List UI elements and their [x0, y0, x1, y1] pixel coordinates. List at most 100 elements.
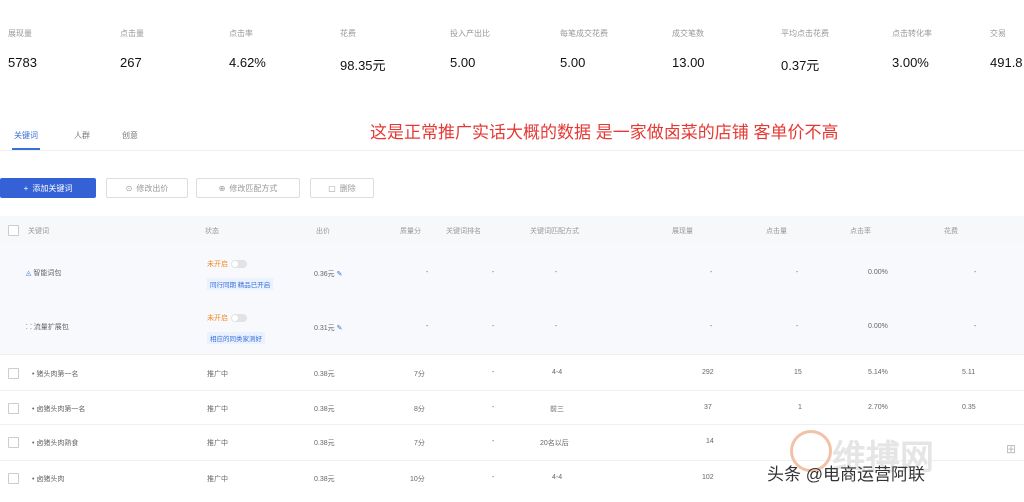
header-clicks[interactable]: 点击量 [766, 226, 787, 236]
rank-cell: - [492, 323, 495, 330]
impressions-cell: - [710, 323, 713, 330]
quality-cell: 7分 [414, 371, 425, 378]
impressions-cell: 102 [702, 474, 714, 481]
source-credit: 头条 @电商运营阿联 [767, 465, 925, 484]
bid-cell[interactable]: 0.38元 [314, 474, 335, 484]
bid-cell[interactable]: 0.36元 ✎ [314, 269, 342, 279]
rank-cell: - [492, 404, 495, 411]
edit-bid-icon[interactable]: ✎ [337, 271, 343, 278]
match-cell: 4-4 [552, 474, 563, 481]
active-tab-indicator [12, 148, 40, 150]
ctr-cell: 2.70% [868, 404, 888, 411]
bid-cell[interactable]: 0.38元 [314, 404, 335, 414]
tab-keywords[interactable]: 关键词 [14, 130, 38, 141]
row-checkbox[interactable] [8, 368, 19, 379]
match-cell: 20名以后 [540, 440, 569, 447]
header-status: 状态 [205, 228, 219, 235]
table-row: • 猪头肉第一名 推广中 0.38元 7分 - 4-4 292 15 5.14%… [0, 354, 1024, 391]
keyword-cell: • 卤猪头肉第一名 [32, 406, 86, 413]
clicks-cell: - [796, 323, 799, 330]
match-cell: - [555, 323, 558, 330]
match-cell: 前三 [550, 406, 564, 413]
header-bid[interactable]: 出价 [316, 226, 330, 236]
metric-cost: 花费 98.35元 [340, 29, 386, 73]
match-icon: ⊕ [218, 183, 226, 193]
metric-clicks: 点击量 267 [120, 29, 144, 70]
edit-icon: ⊙ [125, 183, 133, 193]
expand-package-icon: ⸬ [26, 324, 34, 331]
row-checkbox[interactable] [8, 437, 19, 448]
keyword-cell: ⸬ 流量扩展包 [26, 324, 69, 331]
rank-cell: - [492, 438, 495, 445]
keyword-cell: • 卤猪头肉 [32, 476, 65, 483]
edit-bid-icon[interactable]: ✎ [337, 325, 343, 332]
quality-cell: 7分 [414, 440, 425, 447]
row-checkbox[interactable] [8, 403, 19, 414]
header-keyword[interactable]: 关键词 [28, 226, 49, 236]
clicks-cell: - [796, 269, 799, 276]
metric-gmv: 交易 491.8 [990, 29, 1023, 70]
status-cell: 未开启 [207, 259, 247, 269]
keyword-cell: • 卤猪头肉熟食 [32, 440, 79, 447]
ctr-cell: 0.00% [868, 323, 888, 330]
metric-impressions: 展现量 5783 [8, 29, 37, 70]
header-impressions[interactable]: 展现量 [672, 226, 693, 236]
impressions-cell: 14 [706, 438, 714, 445]
quality-cell: - [426, 269, 429, 276]
metric-cpc: 平均点击花费 0.37元 [781, 29, 829, 73]
metric-orders: 成交笔数 13.00 [672, 29, 705, 70]
rank-cell: - [492, 269, 495, 276]
match-cell: - [555, 269, 558, 276]
rank-cell: - [492, 474, 495, 481]
bid-cell[interactable]: 0.38元 [314, 369, 335, 379]
row-checkbox[interactable] [8, 473, 19, 484]
table-row: ⸬ 流量扩展包 未开启 相应的同类家测好 0.31元 ✎ - - - - - 0… [0, 302, 1024, 355]
status-toggle[interactable] [231, 314, 247, 323]
header-ctr[interactable]: 点击率 [850, 226, 871, 236]
header-quality[interactable]: 质量分 [400, 226, 421, 236]
select-all-checkbox[interactable] [8, 225, 19, 236]
impressions-cell: 292 [702, 369, 714, 376]
bid-cell[interactable]: 0.31元 ✎ [314, 323, 342, 333]
header-cost[interactable]: 花费 [944, 226, 958, 236]
delete-button[interactable]: ▢ 删除 [310, 178, 374, 198]
status-cell: 推广中 [207, 406, 228, 413]
cost-cell: - [974, 323, 977, 330]
status-toggle[interactable] [231, 260, 247, 269]
status-cell: 推广中 [207, 476, 228, 483]
keyword-cell: ◬ 智能词包 [26, 270, 62, 277]
status-cell: 未开启 [207, 313, 247, 323]
quality-cell: - [426, 323, 429, 330]
modify-match-button[interactable]: ⊕ 修改匹配方式 [196, 178, 300, 198]
modify-bid-button[interactable]: ⊙ 修改出价 [106, 178, 188, 198]
cost-cell: 5.11 [962, 369, 976, 376]
metrics-summary: 展现量 5783 点击量 267 点击率 4.62% 花费 98.35元 投入产出比 5.… [0, 0, 1024, 100]
quality-cell: 10分 [410, 476, 425, 483]
table-row: • 卤猪头肉第一名 推广中 0.38元 8分 - 前三 37 1 2.70% 0… [0, 390, 1024, 425]
tab-audience[interactable]: 人群 [74, 130, 90, 141]
impressions-cell: 37 [704, 404, 712, 411]
add-keyword-button[interactable]: + 添加关键词 [0, 178, 96, 198]
ctr-cell: 0.00% [868, 269, 888, 276]
metric-conversion-rate: 点击转化率 3.00% [892, 29, 932, 70]
status-tag: 同行同期 精品已开启 [207, 278, 274, 290]
status-tag: 相应的同类家测好 [207, 332, 265, 344]
keyword-cell: • 猪头肉第一名 [32, 371, 79, 378]
bid-cell[interactable]: 0.38元 [314, 438, 335, 448]
rank-cell: - [492, 369, 495, 376]
table-row: ◬ 智能词包 未开启 同行同期 精品已开启 0.36元 ✎ - - - - - … [0, 244, 1024, 303]
tab-creative[interactable]: 创意 [122, 130, 138, 141]
annotation-text: 这是正常推广实话大概的数据 是一家做卤菜的店铺 客单价不高 [370, 123, 839, 142]
clicks-cell: 15 [794, 369, 802, 376]
plus-icon: + [23, 183, 29, 193]
status-cell: 推广中 [207, 440, 228, 447]
header-rank: 关键词排名 [446, 228, 481, 235]
quality-cell: 8分 [414, 406, 425, 413]
status-cell: 推广中 [207, 371, 228, 378]
clicks-cell: 1 [798, 404, 802, 411]
table-header: 关键词 状态 出价 质量分 关键词排名 关键词匹配方式 展现量 点击量 点击率 … [0, 216, 1024, 456]
cost-cell: - [974, 269, 977, 276]
header-match: 关键词匹配方式 [530, 228, 579, 235]
match-cell: 4-4 [552, 369, 563, 376]
metric-cost-per-order: 每笔成交花费 5.00 [560, 29, 608, 70]
